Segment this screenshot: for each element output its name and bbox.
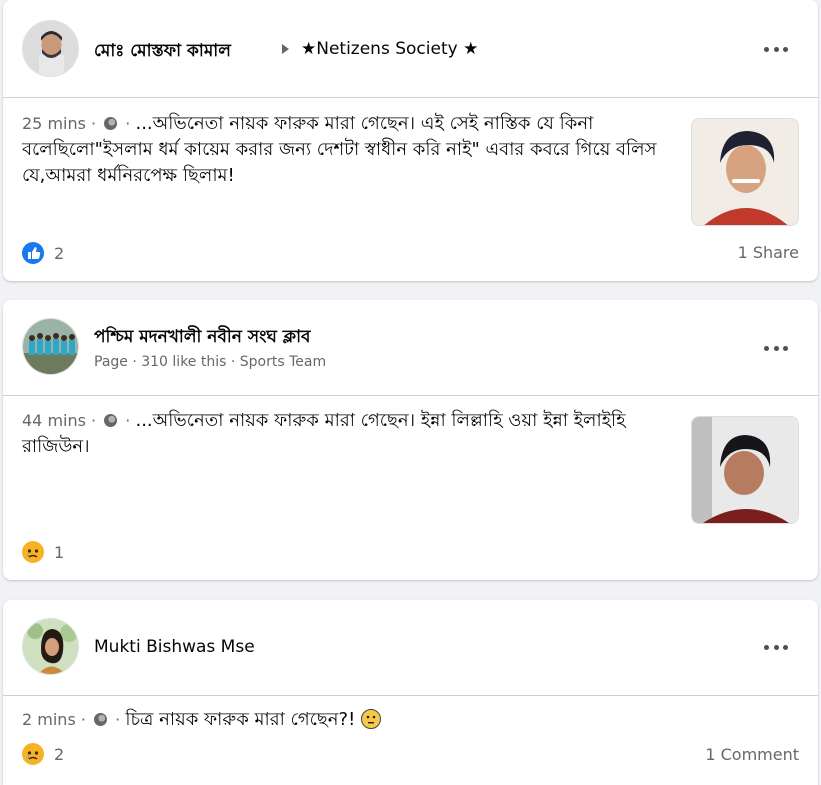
more-options-icon[interactable] [764,642,788,652]
author-avatar[interactable] [22,20,79,77]
author-name[interactable]: Mukti Bishwas Mse [94,637,255,657]
divider [3,695,818,696]
post-thumbnail[interactable] [691,416,799,524]
divider [3,395,818,396]
meta-separator: · [75,710,92,729]
comment-count[interactable]: 1 Comment [705,745,799,764]
meta-separator: · [120,114,136,133]
globe-icon [104,117,118,130]
more-options-icon[interactable] [764,343,788,353]
author-name[interactable]: মোঃ মোস্তফা কামাল [94,38,231,66]
sad-icon [22,743,44,765]
post-time[interactable]: 25 mins [22,114,86,133]
post-card: পশ্চিম মদনখালী নবীন সংঘ ক্লাব Page · 310… [3,300,818,580]
post-text: ...অভিনেতা নায়ক ফারুক মারা গেছেন। এই সে… [22,113,657,186]
author-avatar[interactable] [22,618,79,675]
post-time[interactable]: 44 mins [22,411,86,430]
page-avatar[interactable] [22,318,79,375]
meta-separator: · [120,411,136,430]
post-body: 44 mins · · ...অভিনেতা নায়ক ফারুক মারা … [22,408,662,460]
page-subtitle: Page · 310 like this · Sports Team [94,354,327,370]
more-options-icon[interactable] [764,44,788,54]
confused-face-icon [361,709,382,729]
divider [3,97,818,98]
page-name[interactable]: পশ্চিম মদনখালী নবীন সংঘ ক্লাব [94,324,311,352]
post-body: 25 mins · · ...অভিনেতা নায়ক ফারুক মারা … [22,111,662,189]
reaction-count: 1 [54,542,65,562]
reaction-summary[interactable]: 1 [22,541,64,563]
post-card: মোঃ মোস্তফা কামাল ★Netizens Society ★ 25… [3,0,818,281]
globe-icon [104,414,118,427]
reaction-summary[interactable]: 2 [22,743,64,765]
group-name[interactable]: ★Netizens Society ★ [301,39,478,59]
reaction-count: 2 [54,744,65,764]
like-icon [22,242,44,264]
post-thumbnail[interactable] [691,118,799,226]
sad-icon [22,541,44,563]
arrow-right-icon [282,44,289,54]
post-body: 2 mins · · চিত্র নায়ক ফারুক মারা গেছেন?… [22,707,662,733]
share-count[interactable]: 1 Share [738,243,799,262]
meta-separator: · [85,411,102,430]
meta-separator: · [85,114,102,133]
reaction-count: 2 [54,243,65,263]
meta-separator: · [110,710,126,729]
globe-icon [94,713,108,726]
post-text: চিত্র নায়ক ফারুক মারা গেছেন?! [125,709,356,730]
post-time[interactable]: 2 mins [22,710,76,729]
post-card: Mukti Bishwas Mse 2 mins · · চিত্র নায়ক… [3,600,818,785]
reaction-summary[interactable]: 2 [22,242,64,264]
